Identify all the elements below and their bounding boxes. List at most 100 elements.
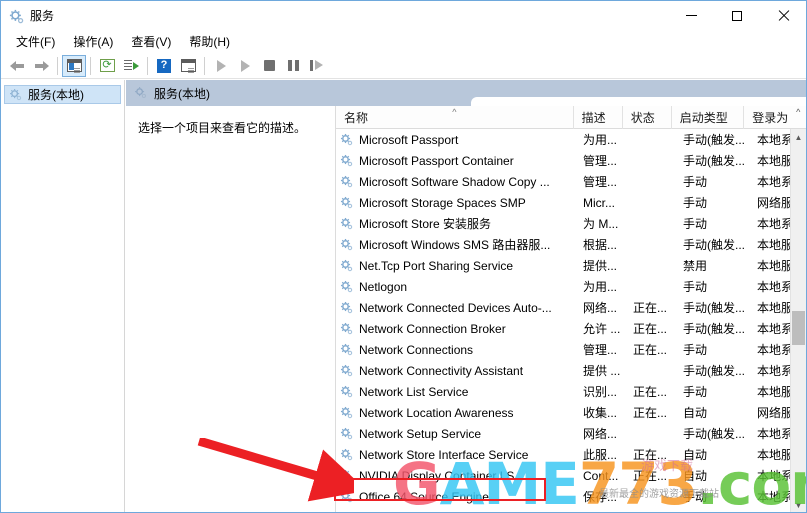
toolbar: ⟳ ? — [1, 53, 806, 79]
restart-service-button[interactable] — [305, 55, 329, 77]
table-row[interactable]: Network Location Awareness 收集... 正在... 自动 网络… — [336, 402, 806, 423]
services-gear-icon — [340, 427, 354, 441]
export-list-button[interactable] — [119, 55, 143, 77]
services-gear-icon — [340, 448, 354, 462]
arrow-right-icon — [34, 60, 49, 72]
cell-service-name: Network Connections — [336, 343, 579, 357]
title-bar: 服务 — [1, 1, 806, 30]
table-row[interactable]: Netlogon 为用... 手动 本地系 — [336, 276, 806, 297]
table-row[interactable]: Network Setup Service 网络... 手动(触发... 本地系 — [336, 423, 806, 444]
services-gear-icon — [134, 86, 148, 100]
sidebar-item-label: 服务(本地) — [28, 88, 84, 102]
help-button[interactable]: ? — [152, 55, 176, 77]
menu-file[interactable]: 文件(F) — [7, 32, 64, 52]
cell-startup-type: 手动(触发... — [683, 364, 745, 378]
cell-description: 收集... — [583, 406, 618, 420]
table-row[interactable]: Network Connection Broker 允许 ... 正在... 手动(触… — [336, 318, 806, 339]
cell-description: 管理... — [583, 343, 618, 357]
sidebar-item-services-local[interactable]: 服务(本地) — [4, 85, 121, 104]
help-icon: ? — [157, 58, 171, 73]
pane-header-notch — [471, 97, 806, 106]
stop-icon — [263, 60, 275, 71]
minimize-button[interactable] — [668, 1, 714, 30]
cell-description: 管理... — [583, 175, 618, 189]
cell-startup-type: 手动 — [683, 196, 708, 210]
cell-description: 保存... — [583, 490, 618, 504]
table-row[interactable]: Net.Tcp Port Sharing Service 提供... 禁用 本地服 — [336, 255, 806, 276]
table-row[interactable]: Office 64 Source Engine 保存... 手动 本地系 — [336, 486, 806, 507]
window-title: 服务 — [30, 9, 55, 23]
table-row[interactable]: Microsoft Store 安装服务为 M... 手动 本地系 — [336, 213, 806, 234]
console-tree-icon — [66, 59, 82, 72]
scroll-down-button[interactable]: ▼ — [791, 497, 806, 512]
service-name-label: Microsoft Passport — [359, 132, 459, 147]
table-row[interactable]: Network Connected Devices Auto-... 网络... 正… — [336, 297, 806, 318]
scroll-up-button[interactable]: ▲ — [791, 129, 806, 145]
cell-status: 正在... — [633, 322, 668, 336]
pause-icon — [287, 60, 299, 71]
table-row[interactable]: Network List Service 识别... 正在... 手动 本地服 — [336, 381, 806, 402]
properties-button[interactable] — [176, 55, 200, 77]
service-name-label: Network List Service — [359, 384, 469, 399]
cell-service-name: Network Location Awareness — [336, 406, 579, 420]
table-row[interactable]: Microsoft Passport 为用... 手动(触发... 本地系 — [336, 129, 806, 150]
cell-description: 根据... — [583, 238, 618, 252]
close-button[interactable] — [760, 1, 806, 30]
column-header-name[interactable]: 名称 ^ — [336, 106, 574, 129]
menu-help[interactable]: 帮助(H) — [180, 32, 239, 52]
cell-status: 正在... — [633, 406, 668, 420]
services-gear-icon — [9, 88, 23, 102]
column-header-description[interactable]: 描述 — [574, 106, 623, 129]
window-controls — [668, 1, 806, 30]
back-button[interactable] — [5, 55, 29, 77]
column-header-log-on-as[interactable]: 登录为 — [744, 106, 790, 129]
menu-bar: 文件(F) 操作(A) 查看(V) 帮助(H) — [1, 30, 806, 53]
cell-description: 此服... — [583, 448, 618, 462]
menu-view[interactable]: 查看(V) — [122, 32, 180, 52]
cell-description: 识别... — [583, 385, 618, 399]
table-row[interactable]: Microsoft Software Shadow Copy ... 管理... 手… — [336, 171, 806, 192]
table-row[interactable]: Network Connectivity Assistant 提供 ... 手动(触… — [336, 360, 806, 381]
services-gear-icon — [340, 322, 354, 336]
pane-header-title: 服务(本地) — [154, 86, 210, 101]
refresh-button[interactable]: ⟳ — [95, 55, 119, 77]
show-console-tree-button[interactable] — [62, 54, 86, 77]
description-placeholder: 选择一个项目来查看它的描述。 — [138, 121, 307, 135]
cell-service-name: Network Connectivity Assistant — [336, 364, 579, 378]
cell-description: Cont... — [583, 468, 619, 483]
pane-content: 选择一个项目来查看它的描述。 名称 ^ 描述 状态 启动类型 登录为 ^ Mic… — [126, 106, 806, 512]
table-row[interactable]: Microsoft Storage Spaces SMP Micr... 手动 网络服 — [336, 192, 806, 213]
table-row[interactable]: Microsoft Passport Container 管理... 手动(触发..… — [336, 150, 806, 171]
cell-service-name: NVIDIA Display Container LS — [336, 469, 579, 483]
services-gear-icon — [340, 301, 354, 315]
table-row[interactable]: NVIDIA Display Container LS Cont... 正在... 自… — [336, 465, 806, 486]
stop-service-button[interactable] — [257, 55, 281, 77]
service-rows: Microsoft Passport 为用... 手动(触发... 本地系 Micro… — [336, 129, 806, 507]
table-row[interactable]: Microsoft Windows SMS 路由器服... 根据... 手动(触发.… — [336, 234, 806, 255]
cell-startup-type: 自动 — [683, 448, 708, 462]
pause-service-button[interactable] — [281, 55, 305, 77]
table-row[interactable]: Network Store Interface Service 此服... 正在..… — [336, 444, 806, 465]
vertical-scrollbar[interactable]: ▲ ▼ — [790, 129, 806, 512]
menu-action[interactable]: 操作(A) — [64, 32, 122, 52]
maximize-button[interactable] — [714, 1, 760, 30]
cell-service-name: Network Connected Devices Auto-... — [336, 301, 579, 315]
close-icon — [778, 10, 789, 21]
start-service-button[interactable] — [209, 55, 233, 77]
cell-description: 提供 ... — [583, 364, 621, 378]
resume-service-button[interactable] — [233, 55, 257, 77]
cell-status: 正在... — [633, 469, 668, 483]
table-row[interactable]: Network Connections 管理... 正在... 手动 本地系 — [336, 339, 806, 360]
scrollbar-thumb[interactable] — [792, 311, 805, 345]
cell-service-name: Microsoft Passport — [336, 133, 579, 147]
cell-service-name: Microsoft Software Shadow Copy ... — [336, 175, 579, 189]
cell-status: 正在... — [633, 448, 668, 462]
column-header-status[interactable]: 状态 — [623, 106, 672, 129]
cell-startup-type: 手动 — [683, 280, 708, 294]
cell-status: 正在... — [633, 343, 668, 357]
forward-button[interactable] — [29, 55, 53, 77]
column-header-startup-type[interactable]: 启动类型 — [672, 106, 745, 129]
service-name-label: Network Location Awareness — [359, 405, 514, 420]
services-gear-icon — [340, 364, 354, 378]
services-gear-icon — [340, 217, 354, 231]
